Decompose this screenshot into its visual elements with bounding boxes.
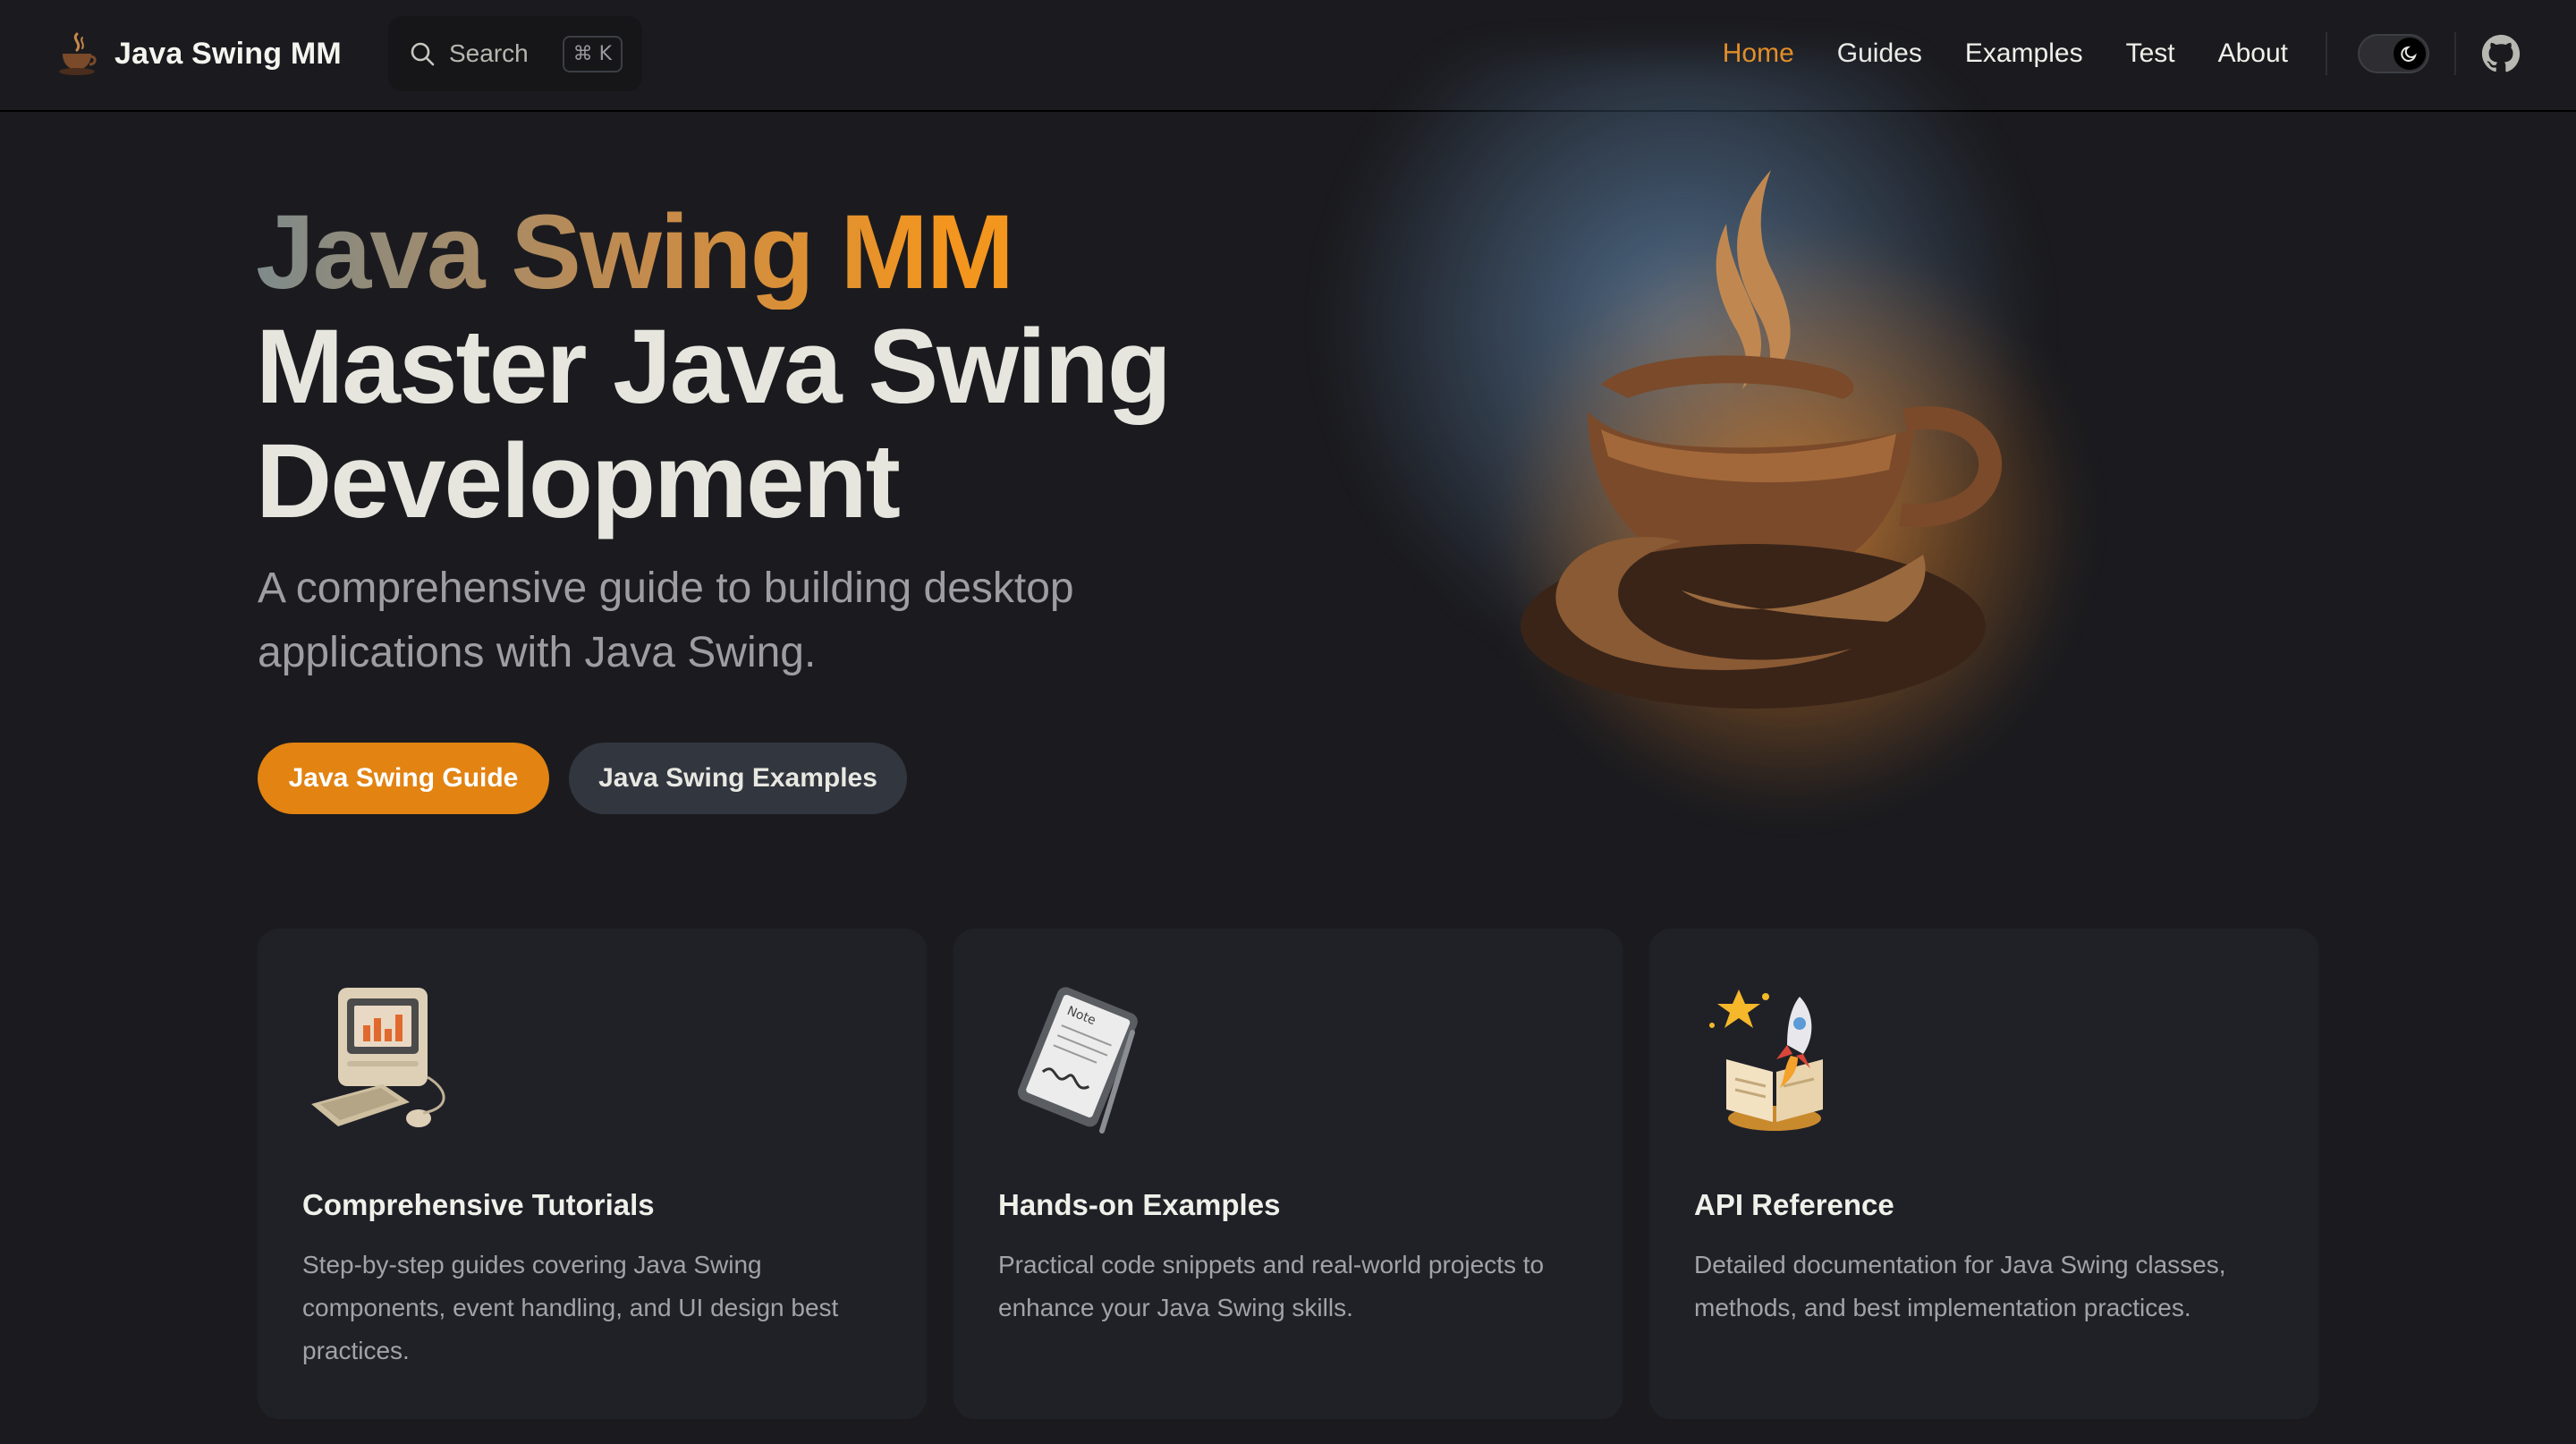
retro-computer-icon <box>311 988 445 1127</box>
feature-details: Practical code snippets and real-world p… <box>998 1251 1545 1321</box>
feature-card[interactable]: Note Hands-on Examples Practical code sn… <box>953 929 1623 1419</box>
brand-title: Java Swing MM <box>114 36 342 71</box>
feature-details: Detailed documentation for Java Swing cl… <box>1694 1251 2226 1321</box>
feature-details: Step-by-step guides covering Java Swing … <box>302 1251 839 1364</box>
feature-card[interactable]: Comprehensive Tutorials Step-by-step gui… <box>258 929 927 1419</box>
nav-divider <box>2454 32 2456 75</box>
book-rocket-icon <box>1709 990 1823 1131</box>
coffee-cup-icon <box>59 32 97 75</box>
feature-card[interactable]: API Reference Detailed documentation for… <box>1649 929 2318 1419</box>
feature-title: Comprehensive Tutorials <box>302 1188 655 1221</box>
brand-link[interactable]: Java Swing MM <box>57 27 342 81</box>
examples-button[interactable]: Java Swing Examples <box>569 743 907 814</box>
theme-toggle-knob <box>2394 38 2426 70</box>
search-button[interactable]: Search ⌘ K <box>388 16 642 91</box>
github-icon[interactable] <box>2481 34 2521 73</box>
features-section: Comprehensive Tutorials Step-by-step gui… <box>258 929 2318 1421</box>
nav-divider <box>2326 32 2327 75</box>
hero-tagline: A comprehensive guide to building deskto… <box>258 565 1074 676</box>
feature-title: Hands-on Examples <box>998 1188 1281 1221</box>
note-tablet-icon: Note <box>1017 987 1138 1134</box>
feature-title: API Reference <box>1694 1188 1894 1221</box>
hero-text: Master Java Swing Development <box>256 308 1172 540</box>
search-icon <box>411 42 435 66</box>
hero-name: Java Swing MM <box>256 195 1240 310</box>
hero-heading: Java Swing MM Master Java Swing Developm… <box>256 195 1240 539</box>
moon-icon <box>2401 46 2417 62</box>
guide-button[interactable]: Java Swing Guide <box>258 743 549 814</box>
search-label: Search <box>449 39 529 67</box>
theme-toggle[interactable] <box>2358 34 2429 73</box>
coffee-cup-icon <box>1521 170 2002 709</box>
search-shortcut-badge: ⌘ K <box>562 35 623 72</box>
